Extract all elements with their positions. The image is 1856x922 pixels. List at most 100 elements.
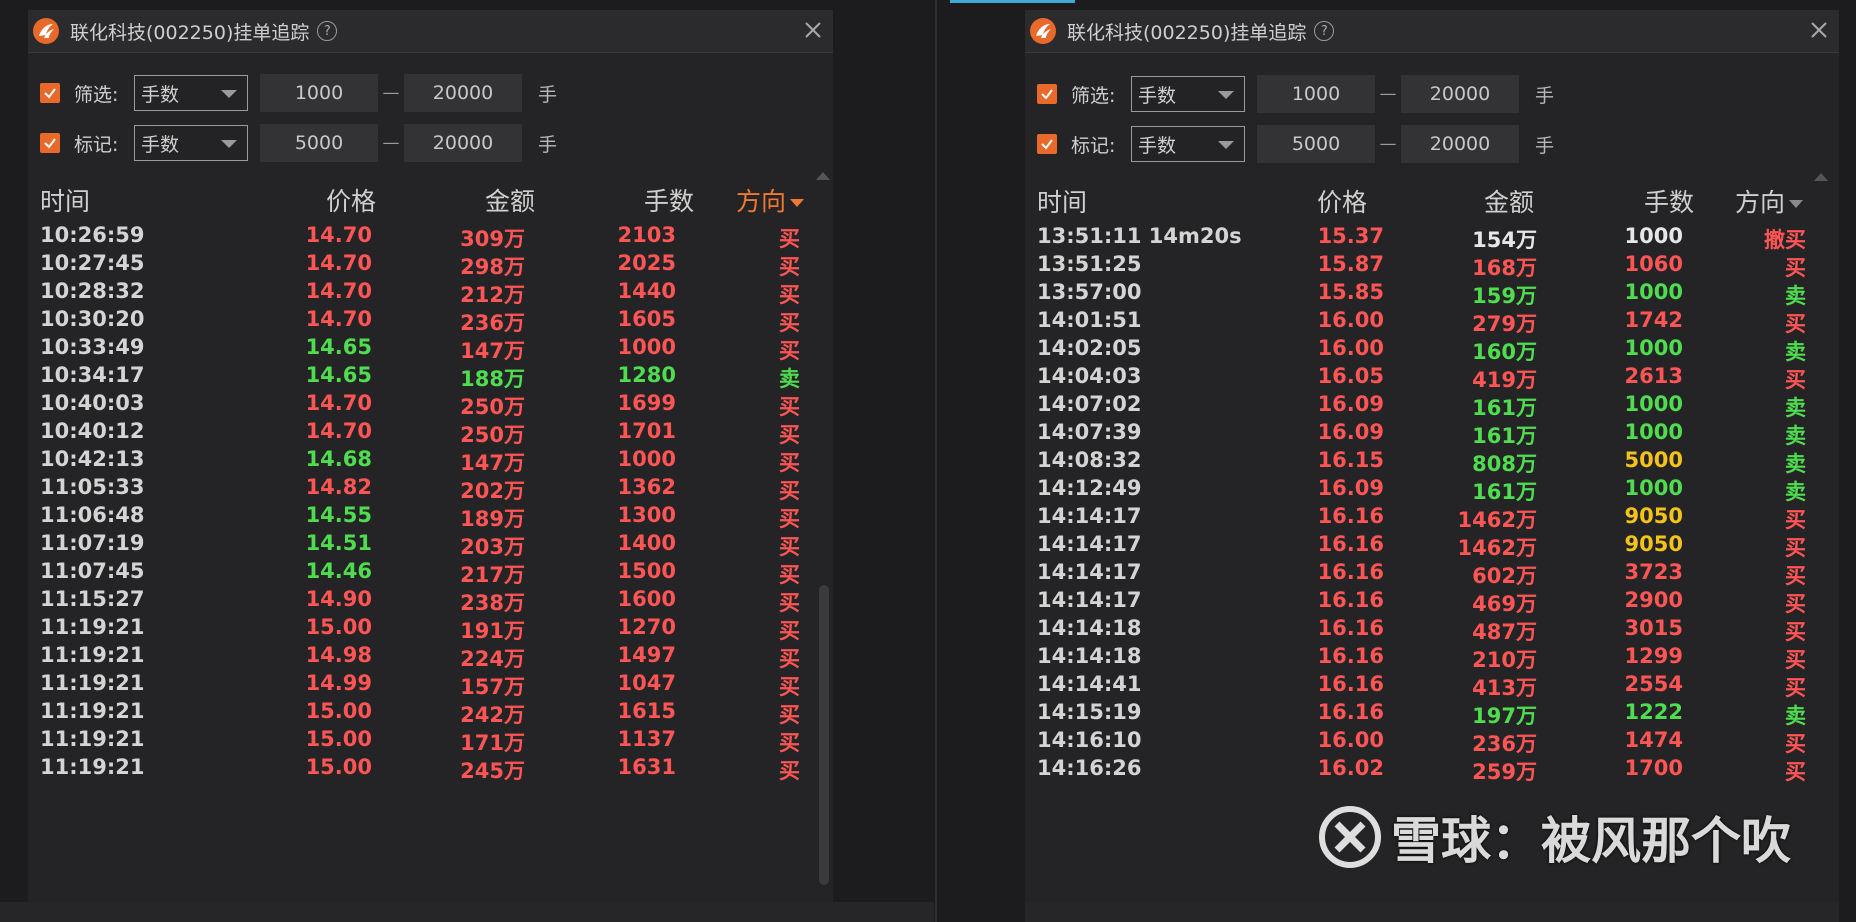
header-time[interactable]: 时间: [40, 182, 90, 218]
table-row[interactable]: 13:51:25 15.87 168万 1060 买: [1025, 251, 1839, 280]
cell-price: 14.70: [305, 307, 372, 331]
header-direction-label: 方向: [1735, 188, 1786, 217]
table-row[interactable]: 14:14:17 16.16 602万 3723 买: [1025, 559, 1839, 588]
table-row[interactable]: 11:19:21 15.00 245万 1631 买: [28, 754, 833, 783]
scroll-up-icon[interactable]: [816, 172, 830, 180]
cell-price: 14.70: [305, 279, 372, 303]
cell-direction: 卖: [1785, 396, 1806, 420]
header-price[interactable]: 价格: [1317, 183, 1367, 219]
table-row[interactable]: 11:19:21 15.00 171万 1137 买: [28, 726, 833, 755]
header-amount[interactable]: 金额: [1484, 183, 1534, 219]
watermark: 雪球：被风那个吹: [1317, 801, 1791, 873]
header-direction[interactable]: 方向: [736, 182, 805, 218]
filter-min-input[interactable]: 1000: [1257, 75, 1375, 113]
filter-select[interactable]: 手数: [1131, 76, 1245, 112]
cell-price: 16.15: [1317, 448, 1384, 472]
filter-select-value: 手数: [1138, 84, 1177, 107]
header-price[interactable]: 价格: [326, 182, 376, 218]
mark-checkbox[interactable]: [40, 133, 60, 153]
table-row[interactable]: 10:42:13 14.68 147万 1000 买: [28, 446, 833, 475]
table-row[interactable]: 14:04:03 16.05 419万 2613 买: [1025, 363, 1839, 392]
mark-min-input[interactable]: 5000: [1257, 125, 1375, 163]
help-icon[interactable]: ?: [317, 21, 338, 41]
filter-checkbox[interactable]: [40, 83, 60, 103]
table-row[interactable]: 11:15:27 14.90 238万 1600 买: [28, 586, 833, 615]
cell-direction: 买: [1785, 508, 1806, 532]
cell-time: 11:06:48: [40, 503, 145, 527]
mark-select[interactable]: 手数: [134, 125, 248, 161]
header-lots[interactable]: 手数: [1644, 183, 1694, 219]
mark-max-input[interactable]: 20000: [404, 124, 522, 162]
table-row[interactable]: 11:06:48 14.55 189万 1300 买: [28, 502, 833, 531]
cell-time: 14:01:51: [1037, 308, 1142, 332]
mark-select[interactable]: 手数: [1131, 126, 1245, 162]
cell-price: 14.46: [305, 559, 372, 583]
cell-lots: 1137: [617, 727, 676, 751]
scroll-up-icon[interactable]: [1814, 173, 1828, 181]
cell-direction: 买: [779, 339, 800, 363]
table-row[interactable]: 10:28:32 14.70 212万 1440 买: [28, 278, 833, 307]
table-row[interactable]: 11:07:19 14.51 203万 1400 买: [28, 530, 833, 559]
mark-checkbox[interactable]: [1037, 134, 1057, 154]
cell-time: 14:16:10: [1037, 728, 1142, 752]
cell-amount: 419万: [1472, 368, 1537, 392]
cell-lots: 1000: [1624, 280, 1683, 304]
cell-time: 14:14:17: [1037, 504, 1142, 528]
table-row[interactable]: 10:33:49 14.65 147万 1000 买: [28, 334, 833, 363]
table-row[interactable]: 14:16:26 16.02 259万 1700 买: [1025, 755, 1839, 784]
table-row[interactable]: 10:34:17 14.65 188万 1280 卖: [28, 362, 833, 391]
table-row[interactable]: 10:40:12 14.70 250万 1701 买: [28, 418, 833, 447]
filter-min-input[interactable]: 1000: [260, 74, 378, 112]
table-row[interactable]: 10:40:03 14.70 250万 1699 买: [28, 390, 833, 419]
table-row[interactable]: 14:14:41 16.16 413万 2554 买: [1025, 671, 1839, 700]
table-row[interactable]: 13:51:11 14m20s 15.37 154万 1000 撤买: [1025, 223, 1839, 252]
cell-price: 16.16: [1317, 672, 1384, 696]
close-icon[interactable]: [801, 18, 825, 42]
filter-checkbox[interactable]: [1037, 84, 1057, 104]
table-row[interactable]: 14:16:10 16.00 236万 1474 买: [1025, 727, 1839, 756]
cell-amount: 171万: [460, 731, 525, 755]
table-row[interactable]: 14:14:17 16.16 469万 2900 买: [1025, 587, 1839, 616]
table-row[interactable]: 11:07:45 14.46 217万 1500 买: [28, 558, 833, 587]
table-row[interactable]: 14:07:39 16.09 161万 1000 卖: [1025, 419, 1839, 448]
table-row[interactable]: 14:15:19 16.16 197万 1222 卖: [1025, 699, 1839, 728]
status-bar: [1025, 902, 1839, 922]
table-row[interactable]: 14:02:05 16.00 160万 1000 卖: [1025, 335, 1839, 364]
filter-select[interactable]: 手数: [134, 75, 248, 111]
cell-direction: 买: [779, 647, 800, 671]
table-row[interactable]: 14:07:02 16.09 161万 1000 卖: [1025, 391, 1839, 420]
mark-min-input[interactable]: 5000: [260, 124, 378, 162]
table-row[interactable]: 14:01:51 16.00 279万 1742 买: [1025, 307, 1839, 336]
title-bar[interactable]: 联化科技(002250)挂单追踪 ?: [28, 10, 833, 53]
cell-lots: 1615: [617, 699, 676, 723]
table-row[interactable]: 11:05:33 14.82 202万 1362 买: [28, 474, 833, 503]
table-row[interactable]: 14:14:18 16.16 487万 3015 买: [1025, 615, 1839, 644]
table-row[interactable]: 10:26:59 14.70 309万 2103 买: [28, 222, 833, 251]
table-row[interactable]: 14:12:49 16.09 161万 1000 卖: [1025, 475, 1839, 504]
cell-price: 15.00: [305, 755, 372, 779]
table-header: 时间 价格 金额 手数 方向: [1025, 179, 1839, 219]
table-row[interactable]: 14:14:17 16.16 1462万 9050 买: [1025, 531, 1839, 560]
table-row[interactable]: 11:19:21 14.98 224万 1497 买: [28, 642, 833, 671]
table-row[interactable]: 11:19:21 15.00 242万 1615 买: [28, 698, 833, 727]
header-amount[interactable]: 金额: [485, 182, 535, 218]
table-row[interactable]: 14:14:17 16.16 1462万 9050 买: [1025, 503, 1839, 532]
header-direction[interactable]: 方向: [1735, 183, 1804, 219]
cell-amount: 245万: [460, 759, 525, 783]
table-row[interactable]: 10:30:20 14.70 236万 1605 买: [28, 306, 833, 335]
cell-amount: 161万: [1472, 396, 1537, 420]
table-row[interactable]: 14:08:32 16.15 808万 5000 卖: [1025, 447, 1839, 476]
table-row[interactable]: 11:19:21 15.00 191万 1270 买: [28, 614, 833, 643]
table-row[interactable]: 10:27:45 14.70 298万 2025 买: [28, 250, 833, 279]
filter-max-input[interactable]: 20000: [404, 74, 522, 112]
filter-max-input[interactable]: 20000: [1401, 75, 1519, 113]
table-row[interactable]: 13:57:00 15.85 159万 1000 卖: [1025, 279, 1839, 308]
header-time[interactable]: 时间: [1037, 183, 1087, 219]
header-lots[interactable]: 手数: [644, 182, 694, 218]
table-row[interactable]: 11:19:21 14.99 157万 1047 买: [28, 670, 833, 699]
table-row[interactable]: 14:14:18 16.16 210万 1299 买: [1025, 643, 1839, 672]
close-icon[interactable]: [1807, 18, 1831, 42]
mark-max-input[interactable]: 20000: [1401, 125, 1519, 163]
title-bar[interactable]: 联化科技(002250)挂单追踪 ?: [1025, 10, 1839, 53]
help-icon[interactable]: ?: [1314, 21, 1335, 41]
